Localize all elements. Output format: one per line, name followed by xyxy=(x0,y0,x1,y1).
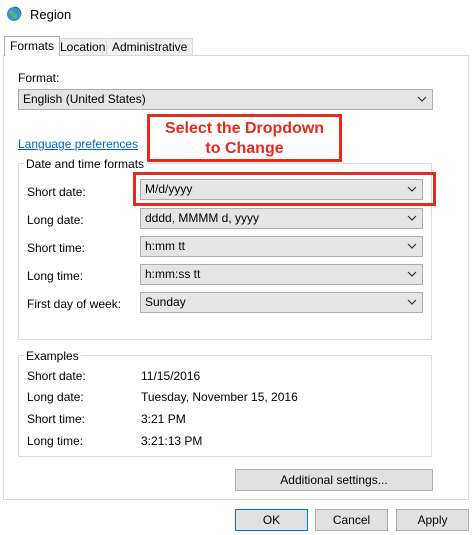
tab-location[interactable]: Location xyxy=(54,38,112,55)
additional-settings-button[interactable]: Additional settings... xyxy=(235,469,433,491)
date-time-formats-title: Date and time formats xyxy=(24,157,147,171)
long-date-value: dddd, MMMM d, yyyy xyxy=(145,211,260,225)
example-short-time-label: Short time: xyxy=(27,412,86,426)
first-day-of-week-label: First day of week: xyxy=(27,297,122,311)
cancel-button[interactable]: Cancel xyxy=(315,509,388,531)
chevron-down-icon xyxy=(407,271,417,277)
annotation-line-2: to Change xyxy=(205,140,284,157)
example-long-date-label: Long date: xyxy=(27,390,84,404)
examples-title: Examples xyxy=(24,349,81,363)
example-short-time-value: 3:21 PM xyxy=(141,412,186,426)
long-time-dropdown[interactable]: h:mm:ss tt xyxy=(140,264,423,285)
format-dropdown[interactable]: English (United States) xyxy=(18,89,433,110)
short-time-dropdown[interactable]: h:mm tt xyxy=(140,236,423,257)
first-day-of-week-value: Sunday xyxy=(145,295,186,309)
window-title: Region xyxy=(30,7,72,22)
tab-administrative[interactable]: Administrative xyxy=(106,38,194,55)
annotation-highlight-box xyxy=(133,172,436,206)
short-time-value: h:mm tt xyxy=(145,239,186,253)
chevron-down-icon xyxy=(407,215,417,221)
format-label: Format: xyxy=(18,71,60,85)
apply-button[interactable]: Apply xyxy=(396,509,469,531)
long-date-label: Long date: xyxy=(27,213,84,227)
chevron-down-icon xyxy=(407,299,417,305)
format-value: English (United States) xyxy=(23,92,146,106)
tab-formats[interactable]: Formats xyxy=(4,36,61,56)
chevron-down-icon xyxy=(407,243,417,249)
long-time-label: Long time: xyxy=(27,269,84,283)
ok-button[interactable]: OK xyxy=(235,509,308,531)
chevron-down-icon xyxy=(417,96,427,102)
tab-strip: Formats Location Administrative xyxy=(0,36,474,56)
example-long-time-label: Long time: xyxy=(27,434,84,448)
example-short-date-value: 11/15/2016 xyxy=(141,369,201,383)
title-bar: Region xyxy=(0,0,474,30)
annotation-line-1: Select the Dropdown xyxy=(164,120,325,137)
long-date-dropdown[interactable]: dddd, MMMM d, yyyy xyxy=(140,208,423,229)
example-short-date-label: Short date: xyxy=(27,369,86,383)
example-long-date-value: Tuesday, November 15, 2016 xyxy=(141,390,298,404)
globe-icon xyxy=(7,6,22,21)
first-day-of-week-dropdown[interactable]: Sunday xyxy=(140,292,423,313)
short-date-label: Short date: xyxy=(27,185,86,199)
short-time-label: Short time: xyxy=(27,241,86,255)
annotation-callout: Select the Dropdown to Change xyxy=(147,114,342,162)
example-long-time-value: 3:21:13 PM xyxy=(141,434,203,448)
long-time-value: h:mm:ss tt xyxy=(145,267,201,281)
language-preferences-link[interactable]: Language preferences xyxy=(18,137,138,151)
